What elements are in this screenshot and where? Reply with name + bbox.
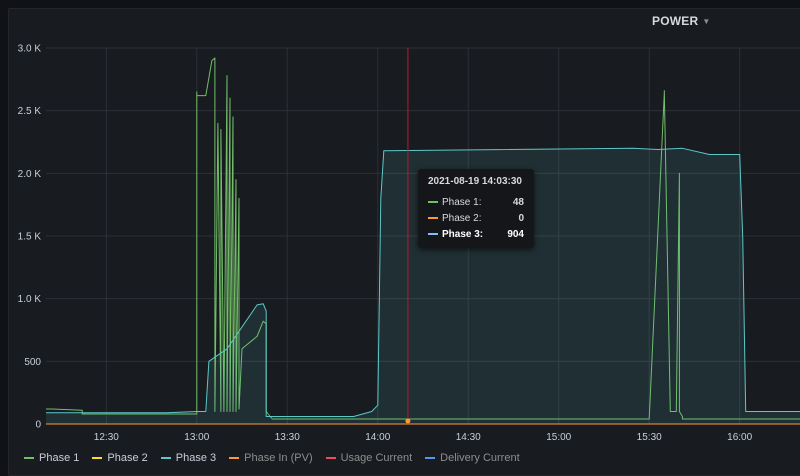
power-graph[interactable]: 0 500 1.0 K 1.5 K 2.0 K 2.5 K 3.0 K 12:30 13:00… xyxy=(0,0,800,474)
legend-swatch xyxy=(160,457,171,459)
y-tick-label: 1.0 K xyxy=(18,294,42,305)
tooltip-series-name: Phase 1: xyxy=(442,196,482,208)
tooltip-row-phase-3: Phase 3: 904 xyxy=(428,226,526,242)
legend-swatch xyxy=(92,457,103,459)
tooltip-time: 2021-08-19 14:03:30 xyxy=(428,176,522,187)
tooltip-row-phase-2: Phase 2: 0 xyxy=(428,210,526,226)
y-tick-label: 1.5 K xyxy=(18,232,42,243)
x-axis: 12:30 13:00 13:30 14:00 14:30 15:00 15:30 16:00 xyxy=(94,432,753,443)
legend-item-delivery-current[interactable]: Delivery Current xyxy=(425,452,520,464)
tooltip-series-value: 0 xyxy=(518,212,524,224)
x-tick-label: 14:00 xyxy=(365,432,390,443)
tooltip-swatch xyxy=(428,217,438,219)
y-tick-label: 3.0 K xyxy=(18,44,42,55)
x-tick-label: 16:00 xyxy=(727,432,752,443)
tooltip-series-value: 48 xyxy=(512,196,524,208)
legend-item-phase-1[interactable]: Phase 1 xyxy=(24,452,79,464)
x-tick-label: 14:30 xyxy=(456,432,481,443)
x-tick-label: 15:30 xyxy=(637,432,662,443)
x-tick-label: 13:00 xyxy=(184,432,209,443)
legend-label: Usage Current xyxy=(340,452,413,464)
legend-swatch xyxy=(229,457,240,459)
legend-swatch xyxy=(325,457,336,459)
tooltip-series-value: 904 xyxy=(507,228,524,240)
tooltip-swatch xyxy=(428,201,438,203)
y-axis: 0 500 1.0 K 1.5 K 2.0 K 2.5 K 3.0 K xyxy=(18,44,42,431)
legend: Phase 1 Phase 2 Phase 3 Phase In (PV) Us… xyxy=(24,452,533,464)
legend-swatch xyxy=(24,457,34,459)
x-tick-label: 13:30 xyxy=(275,432,300,443)
tooltip-series-name: Phase 3: xyxy=(442,228,484,240)
legend-swatch xyxy=(425,457,436,459)
legend-item-usage-current[interactable]: Usage Current xyxy=(325,452,413,464)
y-tick-label: 2.5 K xyxy=(18,106,42,117)
tooltip-series-name: Phase 2: xyxy=(442,212,482,224)
tooltip-row-phase-1: Phase 1: 48 xyxy=(428,194,526,210)
legend-label: Phase 2 xyxy=(107,452,148,464)
x-tick-label: 15:00 xyxy=(546,432,571,443)
y-tick-label: 0 xyxy=(35,420,41,431)
y-tick-label: 2.0 K xyxy=(18,169,42,180)
tooltip-swatch xyxy=(428,233,438,235)
x-tick-label: 12:30 xyxy=(94,432,119,443)
legend-label: Phase 1 xyxy=(39,452,80,464)
legend-label: Phase 3 xyxy=(175,452,217,464)
legend-item-phase-in-pv[interactable]: Phase In (PV) xyxy=(229,452,313,464)
legend-label: Delivery Current xyxy=(440,452,520,464)
y-tick-label: 500 xyxy=(24,357,41,368)
legend-item-phase-3[interactable]: Phase 3 xyxy=(160,452,217,464)
crosshair-marker xyxy=(405,418,411,424)
legend-item-phase-2[interactable]: Phase 2 xyxy=(92,452,148,464)
hover-tooltip: 2021-08-19 14:03:30 Phase 1: 48 Phase 2:… xyxy=(418,169,534,248)
legend-label: Phase In (PV) xyxy=(244,452,313,464)
